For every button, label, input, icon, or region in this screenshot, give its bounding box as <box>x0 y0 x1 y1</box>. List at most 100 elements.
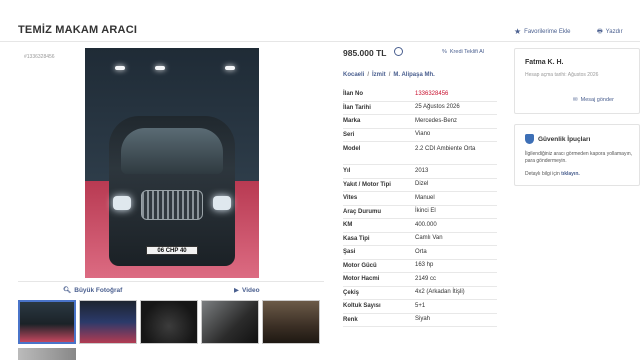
add-to-favorites-link[interactable]: ★ Favorilerime Ekle <box>514 27 571 36</box>
magnifier-icon: 🔍︎ <box>63 287 72 294</box>
van-headlight-left <box>113 196 131 210</box>
safety-more-link[interactable]: tıklayın. <box>561 171 580 177</box>
detail-key: KM <box>343 222 353 229</box>
safety-tips-text: İlgilendiğiniz aracı görmeden kapora yol… <box>525 151 633 164</box>
thumbnail-1[interactable] <box>18 300 76 344</box>
detail-key: Model <box>343 146 361 152</box>
seller-account-date: Hesap açma tarihi: Ağustos 2026 <box>525 72 599 78</box>
print-link[interactable]: 🖶 Yazdır <box>597 27 623 37</box>
van-illustration: 06 CHP 40 <box>109 116 235 266</box>
thumbnail-strip <box>18 300 328 360</box>
detail-key: İlan Tarihi <box>343 104 371 111</box>
thumbnail-3[interactable] <box>140 300 198 344</box>
ceiling-light <box>155 66 165 70</box>
video-link[interactable]: ▶ Video <box>234 286 260 295</box>
detail-value: 4x2 (Arkadan İtişli) <box>415 289 465 296</box>
detail-row: Araç Durumu İkinci El <box>343 206 497 219</box>
seller-name[interactable]: Fatma K. H. <box>525 59 564 66</box>
detail-row: Yıl 2013 <box>343 165 497 179</box>
detail-row: Motor Gücü 163 hp <box>343 260 497 273</box>
detail-value: Mercedes-Benz <box>415 117 458 124</box>
thumbnail-6[interactable] <box>18 348 76 360</box>
location-breadcrumb: Kocaeli / İzmit / M. Alipaşa Mh. <box>343 72 435 78</box>
detail-key: Renk <box>343 316 358 323</box>
detail-value: Viano <box>415 131 431 138</box>
detail-value: 400.000 <box>415 221 437 228</box>
ceiling-light <box>115 66 125 70</box>
van-headlight-right <box>213 196 231 210</box>
price: 985.000 TL <box>343 48 387 58</box>
detail-row: İlan Tarihi 25 Ağustos 2026 <box>343 102 497 115</box>
detail-key: Vites <box>343 195 358 202</box>
ceiling-light <box>225 66 235 70</box>
detail-key: Şasi <box>343 249 356 256</box>
title-bar: TEMİZ MAKAM ARACI ★ Favorilerime Ekle 🖶 … <box>0 0 640 42</box>
detail-value: Camlı Van <box>415 235 443 242</box>
detail-key: Marka <box>343 118 361 125</box>
detail-value: 2149 cc <box>415 275 437 282</box>
print-label: Yazdır <box>605 29 623 35</box>
price-history-icon[interactable] <box>394 47 403 56</box>
detail-key: Kasa Tipi <box>343 235 370 242</box>
send-message-link[interactable]: ✉ Mesaj gönder <box>573 97 614 103</box>
location-city[interactable]: Kocaeli <box>343 72 364 78</box>
van-windshield <box>121 128 223 174</box>
detail-row: İlan No 1336328456 <box>343 88 497 102</box>
shield-icon <box>525 134 534 144</box>
send-message-label: Mesaj gönder <box>580 97 614 103</box>
detail-value: Dizel <box>415 181 429 188</box>
detail-row: Koltuk Sayısı 5+1 <box>343 300 497 314</box>
thumbnail-5[interactable] <box>262 300 320 344</box>
detail-value: 2.2 CDI Ambiente Orta <box>415 146 476 152</box>
van-grille <box>141 190 203 220</box>
detail-value: 5+1 <box>415 302 426 309</box>
license-plate: 06 CHP 40 <box>146 246 198 255</box>
credit-offer-link[interactable]: % Kredi Teklifi Al <box>442 49 484 55</box>
play-icon: ▶ <box>234 287 239 294</box>
printer-icon: 🖶 <box>597 29 603 35</box>
detail-value: Manuel <box>415 194 435 201</box>
favorites-label: Favorilerime Ekle <box>524 28 571 35</box>
detail-value: 25 Ağustos 2026 <box>415 104 460 111</box>
message-icon: ✉ <box>573 97 578 103</box>
detail-row: Şasi Orta <box>343 246 497 260</box>
detail-row: Kasa Tipi Camlı Van <box>343 233 497 246</box>
detail-row: Yakıt / Motor Tipi Dizel <box>343 179 497 192</box>
video-label: Video <box>242 286 260 294</box>
listing-id-small: #1336328456 <box>24 54 55 60</box>
listing-number: 1336328456 <box>415 90 449 97</box>
detail-row: Motor Hacmi 2149 cc <box>343 273 497 287</box>
detail-key: Araç Durumu <box>343 208 382 215</box>
thumbnail-4[interactable] <box>201 300 259 344</box>
detail-key: Motor Hacmi <box>343 276 380 283</box>
detail-key: Çekiş <box>343 289 360 296</box>
main-photo[interactable]: 06 CHP 40 <box>85 48 259 278</box>
percent-icon: % <box>442 49 447 55</box>
big-photo-link[interactable]: 🔍︎ Büyük Fotoğraf <box>63 286 123 295</box>
safety-more-info: Detaylı bilgi için tıklayın. <box>525 171 580 177</box>
detail-row: Marka Mercedes-Benz <box>343 115 497 129</box>
detail-value: 2013 <box>415 167 429 174</box>
detail-value: Orta <box>415 248 427 255</box>
location-district[interactable]: İzmit <box>372 72 386 78</box>
safety-title-text: Güvenlik İpuçları <box>538 135 591 143</box>
safety-more-prefix: Detaylı bilgi için <box>525 171 560 177</box>
detail-row: Vites Manuel <box>343 192 497 206</box>
big-photo-label: Büyük Fotoğraf <box>74 286 123 294</box>
detail-value: İkinci El <box>415 208 436 215</box>
detail-key: İlan No <box>343 91 364 98</box>
detail-key: Motor Gücü <box>343 262 377 269</box>
detail-row: Model 2.2 CDI Ambiente Orta <box>343 142 497 165</box>
detail-value: 163 hp <box>415 262 434 269</box>
detail-key: Koltuk Sayısı <box>343 303 381 310</box>
detail-key: Yıl <box>343 168 351 175</box>
thumbnail-2[interactable] <box>79 300 137 344</box>
location-neighborhood[interactable]: M. Alipaşa Mh. <box>393 72 434 78</box>
seller-card: Fatma K. H. Hesap açma tarihi: Ağustos 2… <box>514 48 640 114</box>
detail-row: Çekiş 4x2 (Arkadan İtişli) <box>343 287 497 300</box>
details-table: İlan No 1336328456 İlan Tarihi 25 Ağustos … <box>343 88 497 327</box>
detail-key: Yakıt / Motor Tipi <box>343 181 391 188</box>
detail-key: Seri <box>343 131 355 138</box>
page-title: TEMİZ MAKAM ARACI <box>18 24 138 36</box>
safety-tips-title: Güvenlik İpuçları <box>525 134 590 144</box>
